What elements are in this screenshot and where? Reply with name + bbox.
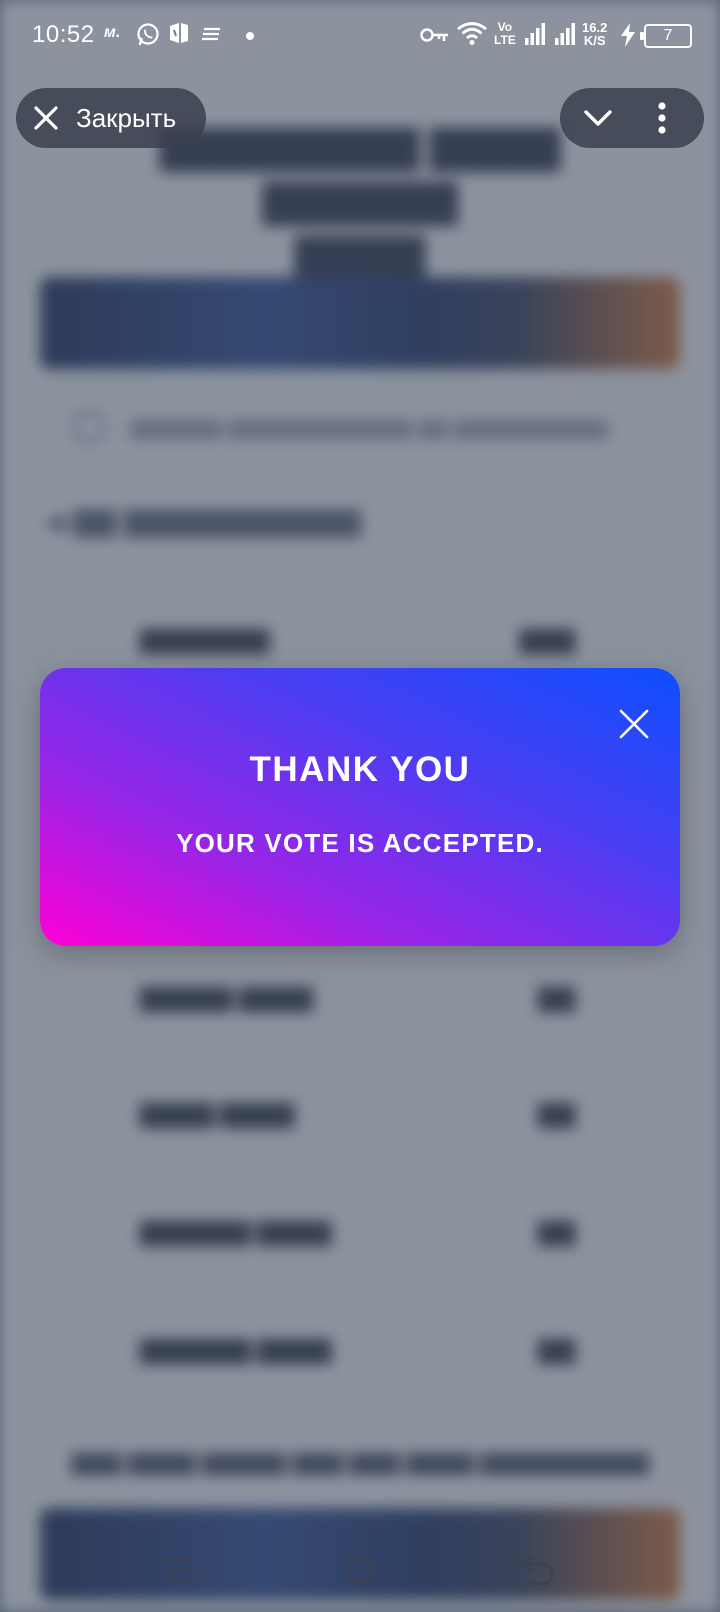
m-notification-icon: м. [104,24,121,41]
modal-title: THANK YOU [249,750,471,789]
toolbar-pill [560,88,704,148]
battery-icon: 7 [640,24,692,48]
signal-sim2-icon [555,23,575,45]
app-notification-icon [170,23,188,43]
chevron-down-icon[interactable] [582,104,614,132]
volte-top-label: Vo [497,20,513,34]
lines-notification-icon [202,27,220,41]
network-speed: 16.2 K/S [582,21,607,47]
home-icon[interactable] [344,1554,376,1586]
wifi-icon [457,22,487,45]
more-options-icon[interactable] [656,102,668,134]
close-button-label: Закрыть [76,103,177,133]
vpn-key-icon [420,28,448,42]
recent-apps-icon[interactable] [164,1554,196,1586]
system-navigation-bar [0,1540,720,1612]
close-button[interactable]: Закрыть [16,88,206,148]
vote-confirmation-modal: THANK YOU YOUR VOTE IS ACCEPTED. [40,668,680,946]
volte-bottom-label: LTE [494,33,516,47]
modal-close-icon[interactable] [618,708,650,740]
status-time: 10:52 [32,21,95,48]
signal-sim1-icon [525,23,545,45]
back-icon[interactable] [522,1554,556,1586]
close-icon [34,106,58,130]
modal-message: YOUR VOTE IS ACCEPTED. [176,828,544,858]
volte-indicator: Vo LTE [494,21,516,47]
charging-bolt-icon [621,23,635,47]
whatsapp-icon [137,23,159,46]
more-notifications-dot-icon [246,32,254,40]
status-bar: 10:52 м. Vo LTE 16.2 K/S 7 [0,0,720,72]
network-speed-unit: K/S [583,33,606,48]
